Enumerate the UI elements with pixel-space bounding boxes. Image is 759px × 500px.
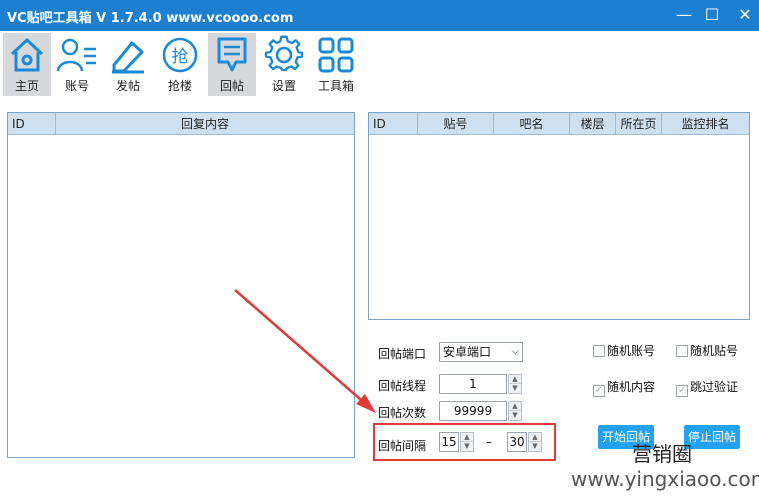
watermark-brand: 营销圈 [632, 442, 692, 466]
annotation-arrow [234, 289, 376, 413]
watermark-site: www.yingxiaoo.com [571, 467, 759, 491]
